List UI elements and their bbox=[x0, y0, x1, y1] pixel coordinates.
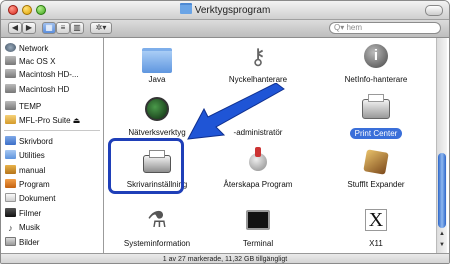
toolbar-toggle-button[interactable] bbox=[425, 5, 443, 16]
sidebar-item-dokument[interactable]: Dokument bbox=[5, 192, 101, 205]
folder-icon bbox=[140, 42, 174, 73]
item-label: Systeminformation bbox=[123, 239, 191, 248]
status-bar: 1 av 27 markerade, 11,32 GB tillgängligt bbox=[1, 253, 449, 263]
sidebar-item-label: Dokument bbox=[19, 194, 56, 203]
item-java[interactable]: Java bbox=[105, 42, 209, 84]
item-label: Print Center bbox=[349, 128, 403, 139]
sidebar-item-mfl-pro-suite[interactable]: MFL-Pro Suite ⏏ bbox=[5, 114, 101, 127]
folder-icon bbox=[179, 3, 192, 14]
icon-view-icon: ▦ bbox=[45, 23, 53, 32]
sidebar-item-label: MFL-Pro Suite ⏏ bbox=[19, 116, 81, 125]
search-field[interactable]: Q▾ hem bbox=[329, 22, 441, 34]
hard-drive-icon bbox=[5, 101, 16, 110]
sidebar-item-program[interactable]: Program bbox=[5, 178, 101, 191]
item-label: StuffIt Expander bbox=[347, 180, 405, 189]
installer-icon bbox=[241, 147, 275, 177]
folder-icon bbox=[5, 150, 16, 159]
list-view-icon: ≡ bbox=[60, 23, 66, 32]
sidebar: Network Mac OS X Macintosh HD-... Macint… bbox=[1, 38, 104, 253]
item-x11[interactable]: X X11 bbox=[324, 206, 428, 248]
sidebar-item-label: Musik bbox=[19, 223, 40, 232]
terminal-icon bbox=[241, 206, 275, 236]
sidebar-item-label: Skrivbord bbox=[19, 137, 53, 146]
sidebar-item-label: Program bbox=[19, 180, 50, 189]
sidebar-item-macintosh-hd[interactable]: Macintosh HD bbox=[5, 83, 101, 96]
forward-button[interactable]: ▶ bbox=[22, 22, 36, 34]
netinfo-icon: i bbox=[359, 42, 393, 72]
action-button[interactable]: ✲▾ bbox=[90, 22, 112, 34]
item-print-center[interactable]: Print Center bbox=[324, 93, 428, 141]
movies-icon bbox=[5, 208, 16, 217]
disk-image-icon bbox=[5, 115, 16, 124]
icon-view-button[interactable]: ▦ bbox=[42, 22, 56, 34]
scroll-up-arrow[interactable]: ▲ bbox=[438, 231, 446, 237]
window-title: Verktygsprogram bbox=[1, 3, 449, 16]
sidebar-item-musik[interactable]: ♪ Musik bbox=[5, 221, 101, 234]
hard-drive-icon bbox=[5, 84, 16, 93]
printer-icon bbox=[359, 93, 393, 123]
column-view-icon: ▥ bbox=[73, 23, 81, 32]
hard-drive-icon bbox=[5, 56, 16, 65]
list-view-button[interactable]: ≡ bbox=[56, 22, 70, 34]
pictures-icon bbox=[5, 237, 16, 246]
document-icon bbox=[5, 193, 16, 202]
stuffit-icon bbox=[359, 147, 393, 177]
search-placeholder: Q▾ hem bbox=[334, 23, 363, 32]
sidebar-item-macintosh-hd-2[interactable]: Macintosh HD-... bbox=[5, 68, 101, 81]
sidebar-item-filmer[interactable]: Filmer bbox=[5, 207, 101, 220]
item-stuffit-expander[interactable]: StuffIt Expander bbox=[324, 147, 428, 189]
network-globe-icon bbox=[5, 43, 16, 52]
system-info-icon: ⚗ bbox=[147, 207, 167, 232]
sidebar-item-temp[interactable]: TEMP bbox=[5, 100, 101, 113]
item-label: Återskapa Program bbox=[223, 180, 293, 189]
annotation-arrow bbox=[187, 83, 285, 140]
sidebar-item-label: Mac OS X bbox=[19, 57, 56, 66]
toolbar: ◀ ▶ ▦ ≡ ▥ ✲▾ Q▾ hem bbox=[1, 20, 449, 38]
sidebar-item-utilities[interactable]: Utilities bbox=[5, 149, 101, 162]
forward-arrow-icon: ▶ bbox=[25, 23, 33, 32]
item-label: Terminal bbox=[242, 239, 274, 248]
status-text: 1 av 27 markerade, 11,32 GB tillgängligt bbox=[162, 256, 288, 263]
back-arrow-icon: ◀ bbox=[11, 23, 19, 32]
item-aterskapa-program[interactable]: Återskapa Program bbox=[206, 147, 310, 189]
sidebar-item-skrivbord[interactable]: Skrivbord bbox=[5, 135, 101, 148]
item-label: X11 bbox=[369, 239, 383, 248]
music-icon: ♪ bbox=[8, 223, 13, 233]
sidebar-item-label: TEMP bbox=[19, 102, 42, 111]
applications-icon bbox=[5, 179, 16, 188]
sidebar-item-mac-os-x[interactable]: Mac OS X bbox=[5, 55, 101, 68]
sidebar-item-bilder[interactable]: Bilder bbox=[5, 236, 101, 249]
network-utility-icon bbox=[140, 95, 174, 125]
gear-icon: ✲▾ bbox=[95, 23, 107, 32]
sidebar-item-network[interactable]: Network bbox=[5, 42, 101, 55]
sidebar-item-label: Bilder bbox=[19, 238, 40, 247]
scroll-down-arrow[interactable]: ▼ bbox=[438, 242, 446, 248]
keychain-icon: ⚷ bbox=[249, 44, 267, 69]
item-netinfo-hanterare[interactable]: i NetInfo-hanterare bbox=[324, 42, 428, 84]
sidebar-item-label: Macintosh HD-... bbox=[19, 70, 79, 79]
sidebar-item-label: Filmer bbox=[19, 209, 42, 218]
hard-drive-icon bbox=[5, 69, 16, 78]
sidebar-divider bbox=[4, 130, 100, 131]
home-icon bbox=[5, 165, 16, 174]
sidebar-item-label: Utilities bbox=[19, 151, 45, 160]
vertical-scrollbar[interactable]: ▲ ▼ bbox=[436, 38, 447, 253]
column-view-button[interactable]: ▥ bbox=[70, 22, 84, 34]
sidebar-item-label: manual bbox=[19, 166, 46, 175]
item-label: NetInfo-hanterare bbox=[344, 75, 408, 84]
sidebar-item-manual[interactable]: manual bbox=[5, 164, 101, 177]
item-terminal[interactable]: Terminal bbox=[206, 206, 310, 248]
desktop-icon bbox=[5, 136, 16, 145]
title-bar[interactable]: Verktygsprogram bbox=[1, 1, 449, 20]
item-systeminformation[interactable]: ⚗ Systeminformation bbox=[105, 206, 209, 249]
sidebar-item-label: Network bbox=[19, 44, 49, 53]
x11-icon: X bbox=[359, 206, 393, 236]
scrollbar-thumb[interactable] bbox=[438, 153, 446, 228]
annotation-highlight-box bbox=[108, 138, 184, 194]
back-button[interactable]: ◀ bbox=[8, 22, 22, 34]
finder-window: Verktygsprogram ◀ ▶ ▦ ≡ ▥ ✲▾ Q▾ hem Netw… bbox=[0, 0, 450, 264]
sidebar-item-label: Macintosh HD bbox=[19, 85, 70, 94]
item-nyckelhanterare[interactable]: ⚷ Nyckelhanterare bbox=[206, 42, 310, 84]
window-title-text: Verktygsprogram bbox=[194, 5, 271, 16]
